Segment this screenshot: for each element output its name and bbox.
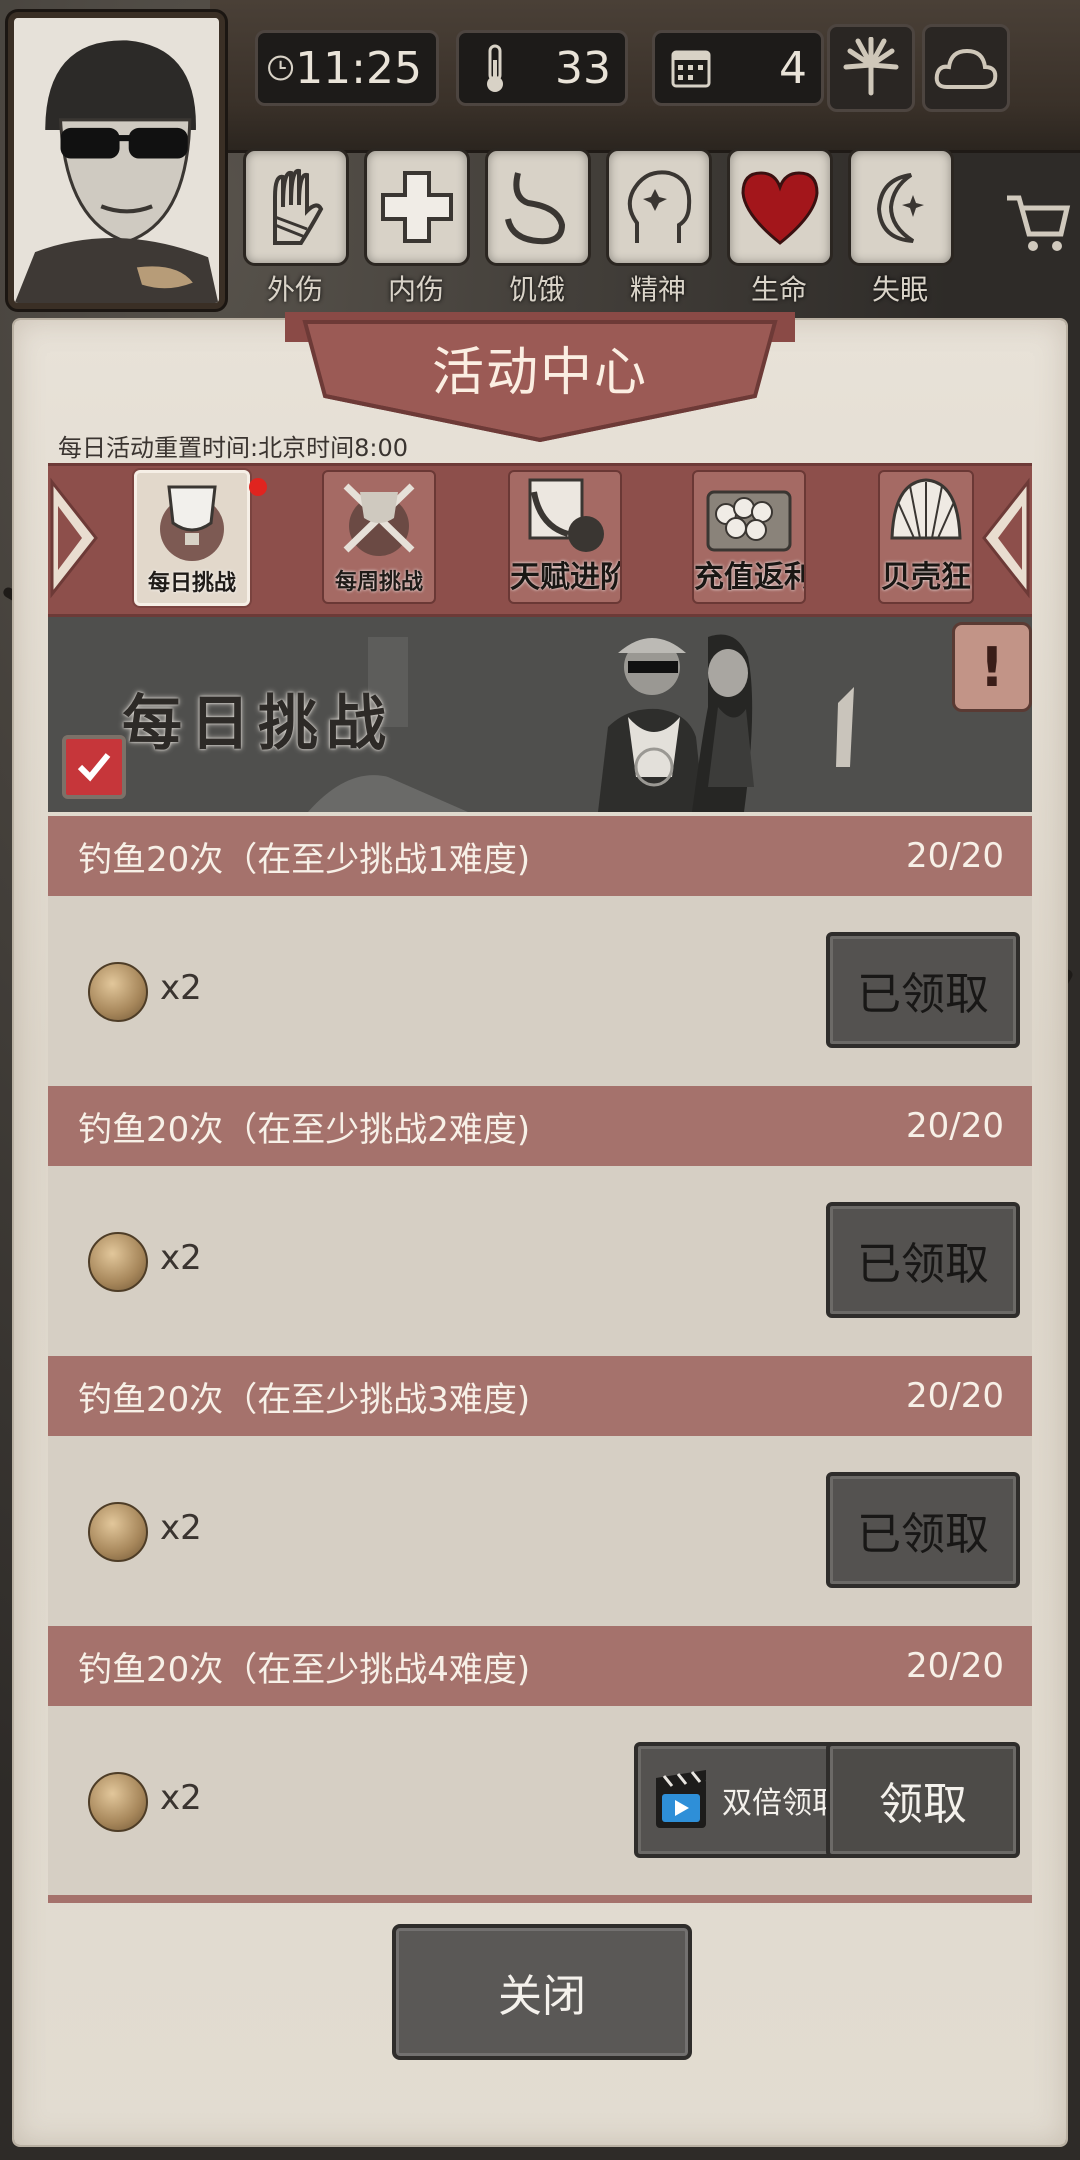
medical-cross-icon: [381, 171, 453, 243]
tab-talent-advance[interactable]: 天赋进阶: [508, 470, 622, 604]
task-reward-row: x2 已领取: [48, 896, 1032, 1086]
task-progress: 20/20: [906, 1376, 1004, 1416]
status-label: 生命: [750, 273, 807, 306]
status-health[interactable]: 生命: [727, 148, 833, 308]
status-bar: 外伤 内伤 饥饿 精神 生命 失眠: [243, 148, 963, 308]
claimed-button[interactable]: 已领取: [826, 1202, 1020, 1318]
cart-icon[interactable]: [1003, 188, 1073, 258]
task-header: 钓鱼20次（在至少挑战3难度) 20/20: [48, 1356, 1032, 1436]
reward-quantity: x2: [160, 968, 202, 1008]
status-external-injury[interactable]: 外伤: [243, 148, 349, 308]
claim-button[interactable]: 领取: [826, 1742, 1020, 1858]
status-label: 内伤: [387, 273, 444, 306]
status-hunger[interactable]: 饥饿: [485, 148, 591, 308]
leaf-icon: [843, 37, 899, 96]
tab-label: 每日挑战: [147, 570, 236, 596]
list-end-divider: [48, 1895, 1032, 1903]
coin-icon: [88, 962, 148, 1022]
season-button[interactable]: [827, 24, 915, 112]
checkbox-checked[interactable]: [62, 735, 126, 799]
task-reward-row: x2 已领取: [48, 1436, 1032, 1626]
thermometer-icon: [487, 44, 503, 92]
tab-label: 贝壳狂: [881, 560, 971, 595]
bandaged-hand-icon: [273, 168, 324, 245]
cloud-icon: [934, 48, 998, 89]
status-label: 精神: [629, 273, 686, 306]
status-mental[interactable]: 精神: [606, 148, 712, 308]
double-claim-label: 双倍领取: [722, 1786, 842, 1821]
status-label: 失眠: [871, 273, 928, 306]
task-progress: 20/20: [906, 836, 1004, 876]
player-avatar[interactable]: [8, 12, 225, 309]
shell-icon: [890, 478, 962, 540]
checkmark-icon: [77, 753, 111, 782]
status-label: 外伤: [266, 273, 323, 306]
head-icon: [627, 170, 692, 243]
calendar-icon: [671, 50, 711, 88]
info-button[interactable]: !: [952, 622, 1032, 712]
trophy-icon: [160, 485, 224, 561]
tab-label: 充值返利: [694, 560, 806, 595]
notification-dot: [249, 478, 267, 496]
clock-icon: [268, 55, 294, 81]
tab-daily-challenge[interactable]: 每日挑战: [134, 470, 250, 606]
tab-label: 天赋进阶: [510, 560, 622, 595]
task-reward-row: x2 双倍领取 领取: [48, 1706, 1032, 1896]
moon-icon: [876, 173, 924, 243]
task-header: 钓鱼20次（在至少挑战4难度) 20/20: [48, 1626, 1032, 1706]
clock-display: 11:25: [255, 30, 439, 106]
task-name: 钓鱼20次（在至少挑战4难度): [78, 1649, 531, 1690]
reward-quantity: x2: [160, 1778, 202, 1818]
heart-icon: [741, 171, 819, 245]
scroll-left-arrow[interactable]: [48, 470, 108, 606]
stomach-icon: [505, 172, 566, 245]
temperature-display: 33: [456, 30, 628, 106]
time-value: 11:25: [295, 42, 422, 94]
coin-icon: [88, 1772, 148, 1832]
task-progress: 20/20: [906, 1106, 1004, 1146]
scroll-right-arrow[interactable]: [972, 470, 1032, 606]
task-name: 钓鱼20次（在至少挑战1难度): [78, 839, 531, 880]
close-button[interactable]: 关闭: [392, 1924, 692, 2060]
tab-weekly-challenge[interactable]: 每周挑战: [322, 470, 436, 604]
status-internal-injury[interactable]: 内伤: [364, 148, 470, 308]
video-icon: [656, 1770, 706, 1828]
coin-icon: [88, 1232, 148, 1292]
weather-button[interactable]: [922, 24, 1010, 112]
coin-icon: [88, 1502, 148, 1562]
tab-recharge-rebate[interactable]: 充值返利: [692, 470, 806, 604]
task-reward-row: x2 已领取: [48, 1166, 1032, 1356]
task-name: 钓鱼20次（在至少挑战3难度): [78, 1379, 531, 1420]
day-value: 4: [779, 42, 807, 94]
task-header: 钓鱼20次（在至少挑战2难度) 20/20: [48, 1086, 1032, 1166]
weapons-icon: [343, 483, 415, 556]
panel-title: 活动中心: [431, 343, 648, 403]
temperature-value: 33: [555, 42, 611, 94]
claimed-button[interactable]: 已领取: [826, 932, 1020, 1048]
task-header: 钓鱼20次（在至少挑战1难度) 20/20: [48, 816, 1032, 896]
reset-time-note: 每日活动重置时间:北京时间8:00: [58, 434, 408, 462]
claimed-button[interactable]: 已领取: [826, 1472, 1020, 1588]
talent-icon: [528, 478, 604, 552]
day-display: 4: [652, 30, 824, 106]
status-insomnia[interactable]: 失眠: [848, 148, 954, 308]
tab-label: 每周挑战: [334, 569, 423, 595]
task-name: 钓鱼20次（在至少挑战2难度): [78, 1109, 531, 1150]
reward-quantity: x2: [160, 1508, 202, 1548]
treasure-chest-icon: [706, 490, 792, 552]
task-progress: 20/20: [906, 1646, 1004, 1686]
status-label: 饥饿: [508, 273, 565, 306]
hero-title: 每日挑战: [122, 689, 394, 759]
tab-shell-frenzy[interactable]: 贝壳狂: [878, 470, 974, 604]
reward-quantity: x2: [160, 1238, 202, 1278]
